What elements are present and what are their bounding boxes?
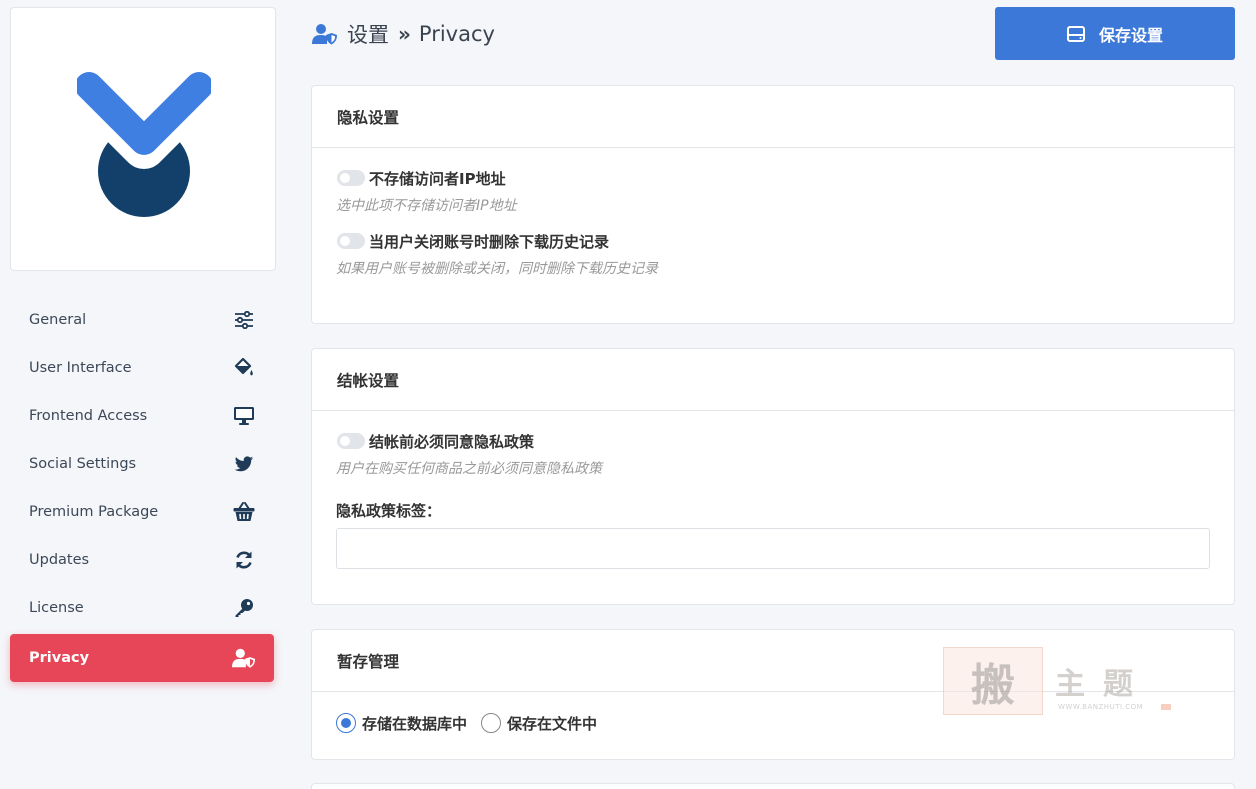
privacy-settings-panel: 隐私设置 不存储访问者IP地址 选中此项不存储访问者IP地址 当用户关闭账号时删… [311, 85, 1235, 324]
radio-database[interactable] [336, 713, 356, 733]
sidebar-item-social-settings[interactable]: Social Settings [10, 440, 274, 488]
toggle-switch[interactable] [337, 233, 365, 249]
sidebar-nav: General User Interface Frontend Access S… [10, 296, 274, 682]
watermark: 搬 主题 WWW.BANZHUTI.COM [943, 647, 1183, 715]
option-label: 结帐前必须同意隐私政策 [369, 432, 535, 451]
sidebar-item-label: Updates [29, 552, 90, 568]
twitter-icon [232, 452, 256, 476]
toggle-switch[interactable] [337, 170, 365, 186]
breadcrumb-current: Privacy [418, 22, 495, 46]
user-shield-icon [232, 646, 256, 670]
key-icon [232, 596, 256, 620]
option-description: 用户在购买任何商品之前必须同意隐私政策 [336, 461, 602, 477]
panel-title: 隐私设置 [312, 86, 1234, 148]
sidebar-item-label: License [29, 600, 84, 616]
option-delete-history: 当用户关闭账号时删除下载历史记录 如果用户账号被删除或关闭，同时删除下载历史记录 [336, 229, 1210, 278]
option-agree-privacy: 结帐前必须同意隐私政策 用户在购买任何商品之前必须同意隐私政策 [336, 429, 1210, 478]
checkout-settings-panel: 结帐设置 结帐前必须同意隐私政策 用户在购买任何商品之前必须同意隐私政策 隐私政… [311, 348, 1235, 605]
sidebar-item-label: Premium Package [29, 504, 159, 520]
sidebar-item-label: Frontend Access [29, 408, 148, 424]
radio-file[interactable] [481, 713, 502, 733]
breadcrumb-root[interactable]: 设置 [347, 19, 389, 49]
panel-title: 结帐设置 [312, 349, 1234, 411]
sidebar-item-label: Social Settings [29, 456, 137, 472]
sliders-icon [232, 308, 256, 332]
watermark-text: 主题 [1055, 667, 1151, 702]
breadcrumb: 设置 » Privacy [311, 20, 495, 48]
breadcrumb-separator: » [398, 22, 411, 46]
sidebar-item-frontend-access[interactable]: Frontend Access [10, 392, 274, 440]
toggle-switch[interactable] [337, 433, 365, 449]
sidebar-item-label: General [29, 312, 87, 328]
radio-label[interactable]: 保存在文件中 [507, 713, 597, 734]
save-icon [1066, 25, 1085, 42]
privacy-label-field-label: 隐私政策标签： [336, 502, 442, 520]
sidebar-item-user-interface[interactable]: User Interface [10, 344, 274, 392]
save-settings-button[interactable]: 保存设置 [995, 7, 1235, 60]
radio-label[interactable]: 存储在数据库中 [362, 713, 467, 734]
sidebar-item-label: User Interface [29, 360, 132, 376]
paint-bucket-icon [232, 356, 256, 380]
save-settings-label: 保存设置 [1098, 25, 1163, 45]
sidebar-item-general[interactable]: General [10, 296, 274, 344]
privacy-label-input[interactable] [336, 528, 1210, 569]
sidebar-item-privacy[interactable]: Privacy [10, 634, 274, 682]
next-panel [311, 783, 1235, 789]
watermark-seal: 搬 [943, 647, 1043, 715]
app-logo [77, 72, 211, 217]
option-description: 选中此项不存储访问者IP地址 [336, 198, 517, 214]
option-label: 不存储访问者IP地址 [369, 169, 506, 188]
sidebar-item-label: Privacy [29, 650, 90, 666]
option-no-store-ip: 不存储访问者IP地址 选中此项不存储访问者IP地址 [336, 166, 1210, 215]
sidebar-item-updates[interactable]: Updates [10, 536, 274, 584]
watermark-url: WWW.BANZHUTI.COM [1058, 703, 1144, 711]
refresh-icon [232, 548, 256, 572]
basket-icon [232, 500, 256, 524]
option-label: 当用户关闭账号时删除下载历史记录 [369, 232, 610, 251]
monitor-icon [232, 404, 256, 428]
sidebar-item-premium-package[interactable]: Premium Package [10, 488, 274, 536]
logo-card [10, 7, 276, 271]
user-shield-icon [311, 23, 339, 45]
watermark-mark [1161, 704, 1171, 710]
sidebar-item-license[interactable]: License [10, 584, 274, 632]
option-description: 如果用户账号被删除或关闭，同时删除下载历史记录 [336, 261, 658, 277]
